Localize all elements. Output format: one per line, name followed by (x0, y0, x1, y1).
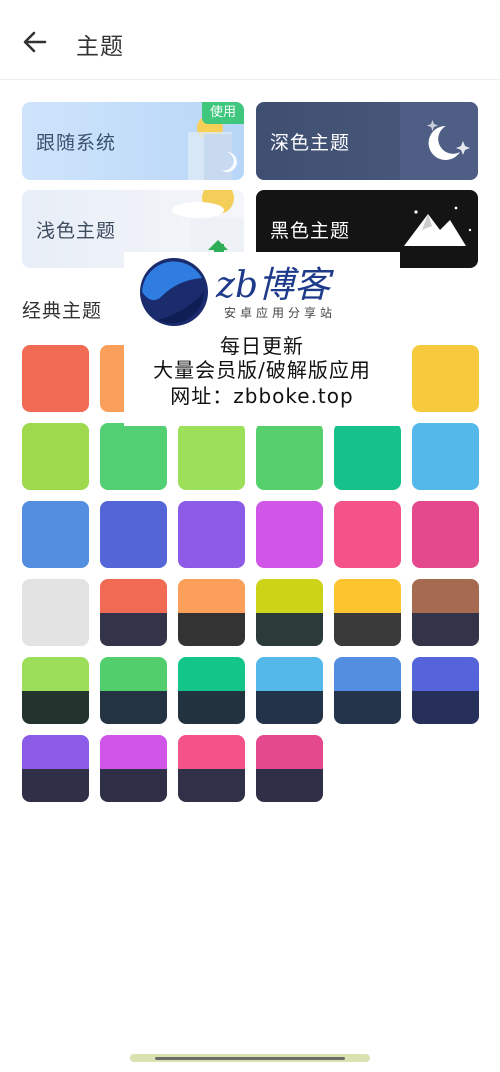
page-title: 主题 (76, 34, 124, 60)
theme-swatch[interactable] (22, 345, 89, 412)
theme-swatch[interactable] (100, 501, 167, 568)
theme-swatch[interactable] (412, 345, 479, 412)
swatch-secondary-color (178, 612, 245, 646)
theme-swatch[interactable] (412, 423, 479, 490)
home-indicator-bar (155, 1057, 345, 1060)
watermark-overlay: zb博客 安卓应用分享站 每日更新 大量会员版/破解版应用 网址：zbboke.… (124, 252, 400, 426)
theme-swatch[interactable] (100, 735, 167, 802)
theme-card-label: 浅色主题 (36, 220, 117, 242)
swatch-primary-color (178, 657, 245, 691)
theme-card-label: 深色主题 (270, 132, 351, 154)
swatch-secondary-color (22, 690, 89, 724)
swatch-primary-color (22, 579, 89, 646)
swatch-primary-color (256, 657, 323, 691)
swatch-primary-color (412, 345, 479, 412)
theme-card-dark[interactable]: 深色主题 (256, 102, 478, 180)
theme-swatch[interactable] (334, 579, 401, 646)
theme-swatch[interactable] (412, 657, 479, 724)
watermark-line: 网址：zbboke.top (170, 384, 354, 408)
swatch-secondary-color (100, 612, 167, 646)
swatch-primary-color (100, 735, 167, 769)
top-app-bar: 主题 (0, 0, 500, 80)
swatch-primary-color (22, 423, 89, 490)
swatch-secondary-color (256, 768, 323, 802)
swatch-primary-color (334, 657, 401, 691)
watermark-line: 大量会员版/破解版应用 (153, 358, 371, 382)
swatch-secondary-color (22, 768, 89, 802)
home-indicator[interactable] (130, 1054, 370, 1062)
swatch-secondary-color (256, 690, 323, 724)
swatch-primary-color (100, 579, 167, 613)
theme-swatch[interactable] (22, 579, 89, 646)
arrow-left-icon[interactable] (20, 27, 50, 57)
theme-swatch[interactable] (178, 579, 245, 646)
swatch-primary-color (334, 423, 401, 490)
watermark-brand: zb博客 (216, 265, 331, 306)
theme-swatch[interactable] (178, 501, 245, 568)
theme-swatch[interactable] (178, 423, 245, 490)
swatch-primary-color (334, 579, 401, 613)
swatch-primary-color (256, 579, 323, 613)
theme-swatch[interactable] (412, 579, 479, 646)
theme-swatch[interactable] (334, 501, 401, 568)
swatch-primary-color (178, 423, 245, 490)
theme-swatch[interactable] (256, 423, 323, 490)
swatch-primary-color (412, 423, 479, 490)
swatch-primary-color (178, 579, 245, 613)
swatch-primary-color (256, 423, 323, 490)
swatch-secondary-color (178, 690, 245, 724)
swatch-primary-color (22, 735, 89, 769)
swatch-primary-color (100, 657, 167, 691)
swatch-primary-color (100, 423, 167, 490)
swatch-secondary-color (334, 690, 401, 724)
theme-card-label: 跟随系统 (36, 132, 117, 154)
theme-swatch[interactable] (100, 657, 167, 724)
swatch-secondary-color (178, 768, 245, 802)
swatch-secondary-color (100, 690, 167, 724)
swatch-primary-color (22, 345, 89, 412)
theme-swatch[interactable] (412, 501, 479, 568)
in-use-badge: 使用 (201, 102, 244, 124)
swatch-primary-color (178, 501, 245, 568)
swatch-primary-color (22, 657, 89, 691)
swatch-secondary-color (256, 612, 323, 646)
swatch-primary-color (22, 501, 89, 568)
theme-swatch[interactable] (22, 423, 89, 490)
theme-swatch[interactable] (100, 423, 167, 490)
theme-swatch[interactable] (22, 657, 89, 724)
theme-swatch[interactable] (256, 501, 323, 568)
theme-card-follow-system[interactable]: 跟随系统 使用 (22, 102, 244, 180)
brand-logo (140, 258, 208, 326)
swatch-primary-color (334, 501, 401, 568)
theme-swatch[interactable] (22, 501, 89, 568)
swatch-primary-color (412, 501, 479, 568)
swatch-primary-color (412, 579, 479, 613)
theme-swatch[interactable] (334, 423, 401, 490)
theme-swatch[interactable] (22, 735, 89, 802)
swatch-secondary-color (412, 612, 479, 646)
swatch-primary-color (412, 657, 479, 691)
theme-card-label: 黑色主题 (270, 220, 351, 242)
theme-swatch[interactable] (256, 657, 323, 724)
swatch-primary-color (178, 735, 245, 769)
swatch-primary-color (256, 501, 323, 568)
theme-swatch[interactable] (178, 657, 245, 724)
swatch-primary-color (256, 735, 323, 769)
swatch-secondary-color (100, 768, 167, 802)
theme-swatch[interactable] (178, 735, 245, 802)
swatch-secondary-color (412, 690, 479, 724)
swatch-primary-color (100, 501, 167, 568)
theme-swatch[interactable] (334, 657, 401, 724)
theme-swatch[interactable] (256, 735, 323, 802)
watermark-subtitle: 安卓应用分享站 (224, 306, 337, 320)
swatch-secondary-color (334, 612, 401, 646)
theme-swatch[interactable] (256, 579, 323, 646)
section-title-classic: 经典主题 (22, 300, 103, 322)
theme-swatch[interactable] (100, 579, 167, 646)
